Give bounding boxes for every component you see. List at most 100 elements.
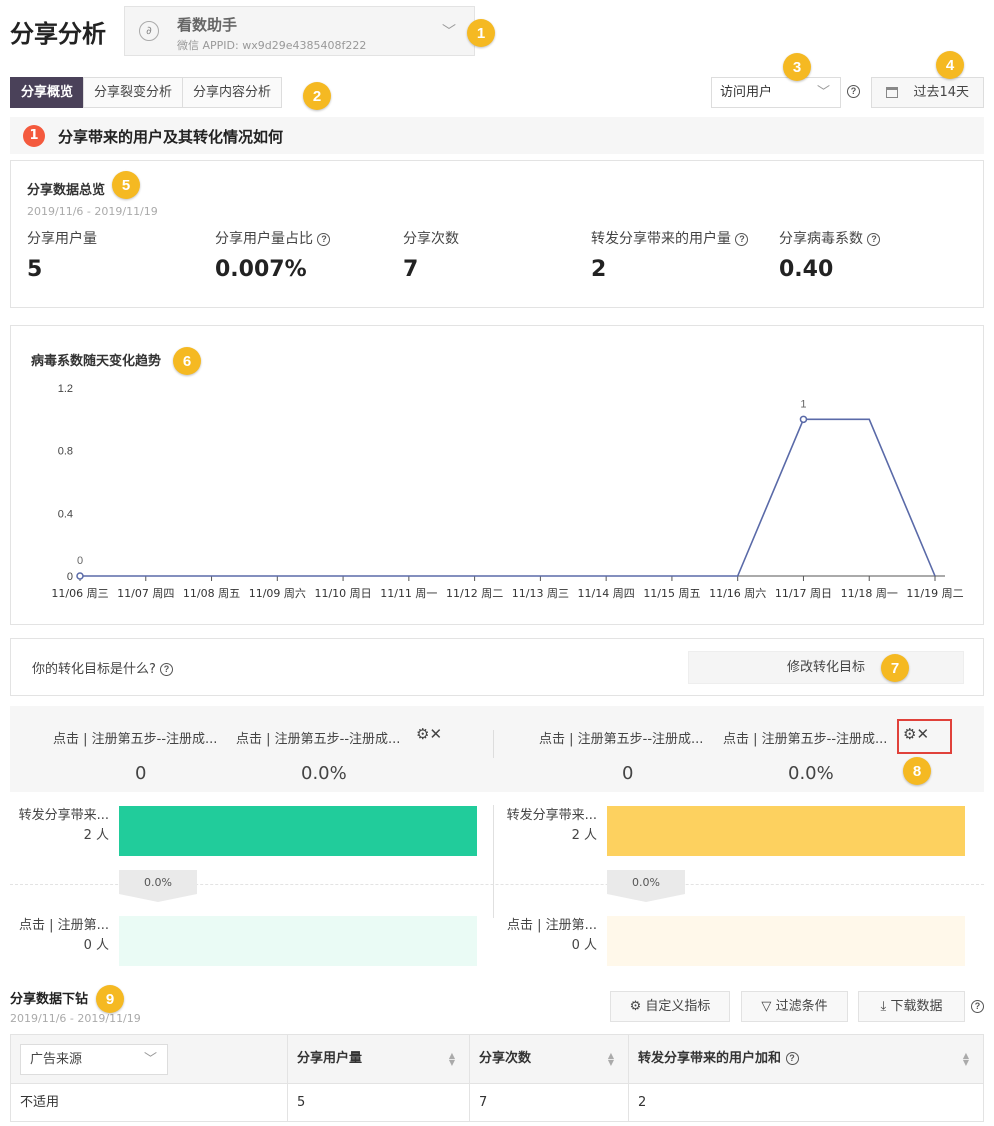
calendar-icon xyxy=(886,87,898,98)
user-type-select[interactable]: 访问用户 ﹀ xyxy=(711,77,841,108)
annotation-badge-2: 2 xyxy=(303,82,331,110)
chevron-down-icon: ﹀ xyxy=(442,24,456,40)
annotation-badge-1: 1 xyxy=(467,19,495,47)
link-icon: ∂ xyxy=(139,21,159,41)
table-header: 广告来源 ﹀ 分享用户量 ▲ ▼ 分享次数 ▲ ▼ 转发分享带来的用户加和 ? ▲ ▼ xyxy=(10,1034,984,1084)
help-icon[interactable]: ? xyxy=(317,232,331,246)
tab-share-content[interactable]: 分享内容分析 xyxy=(182,77,283,108)
drill-title: 分享数据下钻 xyxy=(10,992,89,1007)
metric-label: 分享病毒系数 ? xyxy=(779,228,881,248)
column-header[interactable]: 分享次数 ▲ ▼ xyxy=(470,1035,629,1083)
section-header: 1 分享带来的用户及其转化情况如何 xyxy=(10,117,984,154)
metric-value: 0.40 xyxy=(779,257,834,282)
funnel-step-label: 点击 | 注册第五步--注册成... xyxy=(236,732,401,747)
funnel-bar-step1[interactable] xyxy=(607,806,965,856)
annotation-badge-8: 8 xyxy=(903,757,931,785)
close-icon[interactable]: ✕ xyxy=(429,725,442,743)
table-cell: 不适用 xyxy=(11,1084,288,1121)
funnel-header: 点击 | 注册第五步--注册成... 点击 | 注册第五步--注册成... ⚙✕… xyxy=(10,706,984,792)
table-row: 不适用 5 7 2 xyxy=(10,1084,984,1122)
highlight-box xyxy=(897,719,952,754)
line-chart: 0 0.4 0.8 1.2 11/06 周三 11/07 周四 11/08 周五 11/09 … xyxy=(51,383,963,600)
y-tick-label: 0.8 xyxy=(58,446,73,458)
help-icon[interactable]: ? xyxy=(160,663,174,676)
annotation-badge-9: 9 xyxy=(96,985,124,1013)
x-tick-label: 11/19 周二 xyxy=(906,587,963,600)
x-tick-label: 11/18 周一 xyxy=(841,587,898,600)
metric-label: 分享用户量占比 ? xyxy=(215,228,331,248)
gear-icon[interactable]: ⚙ xyxy=(416,725,429,743)
table-cell: 5 xyxy=(288,1084,470,1121)
filter-icon: ▽ xyxy=(761,999,772,1014)
funnel-step1-label: 转发分享带来... 2 人 xyxy=(18,808,109,843)
funnel-bar-step2[interactable] xyxy=(119,916,477,966)
overview-card: 分享数据总览 2019/11/6 - 2019/11/19 分享用户量 5 分享… xyxy=(10,160,984,308)
sort-icon[interactable]: ▲ ▼ xyxy=(449,1052,455,1067)
funnel-step2-label: 点击 | 注册第... 0 人 xyxy=(18,918,109,953)
section-title: 分享带来的用户及其转化情况如何 xyxy=(58,128,284,146)
help-icon[interactable]: ? xyxy=(785,1052,799,1065)
metric-label: 分享次数 xyxy=(403,231,459,247)
app-selector[interactable]: ∂ 看数助手 微信 APPID: wx9d29e4385408f222 ﹀ xyxy=(124,6,475,56)
y-tick-label: 1.2 xyxy=(58,383,73,395)
filter-button[interactable]: ▽ 过滤条件 xyxy=(741,991,848,1022)
funnel-value: 0 xyxy=(622,763,634,784)
date-range-button[interactable]: 过去14天 xyxy=(871,77,984,108)
metric-value: 0.007% xyxy=(215,257,307,282)
section-number: 1 xyxy=(23,125,45,147)
drill-date-range: 2019/11/6 - 2019/11/19 xyxy=(10,1012,141,1025)
funnel-step-label: 点击 | 注册第五步--注册成... xyxy=(53,732,218,747)
divider xyxy=(493,730,494,758)
metric-label: 转发分享带来的用户量 ? xyxy=(591,228,749,248)
source-select[interactable]: 广告来源 ﹀ xyxy=(20,1044,168,1075)
y-tick-label: 0.4 xyxy=(58,508,73,520)
download-icon: ⤓ xyxy=(880,999,887,1014)
help-icon[interactable]: ? xyxy=(735,232,749,246)
x-tick-label: 11/11 周一 xyxy=(380,587,437,600)
edit-goal-button[interactable]: 修改转化目标 xyxy=(688,651,964,684)
download-button[interactable]: ⤓ 下载数据 xyxy=(858,991,965,1022)
gear-icon: ⚙ xyxy=(629,999,642,1014)
sort-icon[interactable]: ▲ ▼ xyxy=(608,1052,614,1067)
conversion-rate-tag: 0.0% xyxy=(119,870,197,902)
x-tick-label: 11/13 周三 xyxy=(512,587,569,600)
funnel-bar-step2[interactable] xyxy=(607,916,965,966)
x-tick-label: 11/07 周四 xyxy=(117,587,174,600)
column-header[interactable]: 转发分享带来的用户加和 ? ▲ ▼ xyxy=(629,1035,983,1083)
app-name: 看数助手 xyxy=(177,16,238,34)
x-tick-label: 11/14 周四 xyxy=(578,587,635,600)
funnel-value: 0.0% xyxy=(788,763,834,784)
column-header[interactable]: 分享用户量 ▲ ▼ xyxy=(288,1035,470,1083)
x-tick-label: 11/16 周六 xyxy=(709,587,766,600)
user-type-value: 访问用户 xyxy=(720,85,773,100)
annotation-badge-5: 5 xyxy=(112,171,140,199)
table-cell: 7 xyxy=(470,1084,629,1121)
app-id: 微信 APPID: wx9d29e4385408f222 xyxy=(177,39,367,52)
metric-value: 7 xyxy=(403,257,419,282)
help-icon[interactable]: ? xyxy=(847,85,860,98)
tab-share-fission[interactable]: 分享裂变分析 xyxy=(83,77,184,108)
divider xyxy=(493,805,494,918)
tab-bar: 分享概览 分享裂变分析 分享内容分析 xyxy=(10,77,283,108)
x-tick-label: 11/15 周五 xyxy=(643,587,700,600)
overview-title: 分享数据总览 xyxy=(27,183,106,198)
annotation-badge-3: 3 xyxy=(783,53,811,81)
data-label: 1 xyxy=(800,398,806,410)
tab-share-overview[interactable]: 分享概览 xyxy=(10,77,85,108)
series-line xyxy=(80,418,936,577)
annotation-badge-4: 4 xyxy=(936,51,964,79)
funnel-step2-label: 点击 | 注册第... 0 人 xyxy=(506,918,597,953)
x-tick-label: 11/17 周日 xyxy=(775,587,832,600)
page-title: 分享分析 xyxy=(10,20,106,48)
help-icon[interactable]: ? xyxy=(971,1000,984,1013)
table-cell: 2 xyxy=(638,1095,647,1110)
help-icon[interactable]: ? xyxy=(867,232,881,246)
x-tick-label: 11/06 周三 xyxy=(51,587,108,600)
chevron-down-icon: ﹀ xyxy=(816,85,830,100)
custom-metrics-button[interactable]: ⚙ 自定义指标 xyxy=(610,991,730,1022)
sort-icon[interactable]: ▲ ▼ xyxy=(963,1052,969,1067)
x-tick-label: 11/10 周日 xyxy=(314,587,371,600)
funnel-value: 0 xyxy=(135,763,147,784)
funnel-bar-step1[interactable] xyxy=(119,806,477,856)
conversion-rate-tag: 0.0% xyxy=(607,870,685,902)
